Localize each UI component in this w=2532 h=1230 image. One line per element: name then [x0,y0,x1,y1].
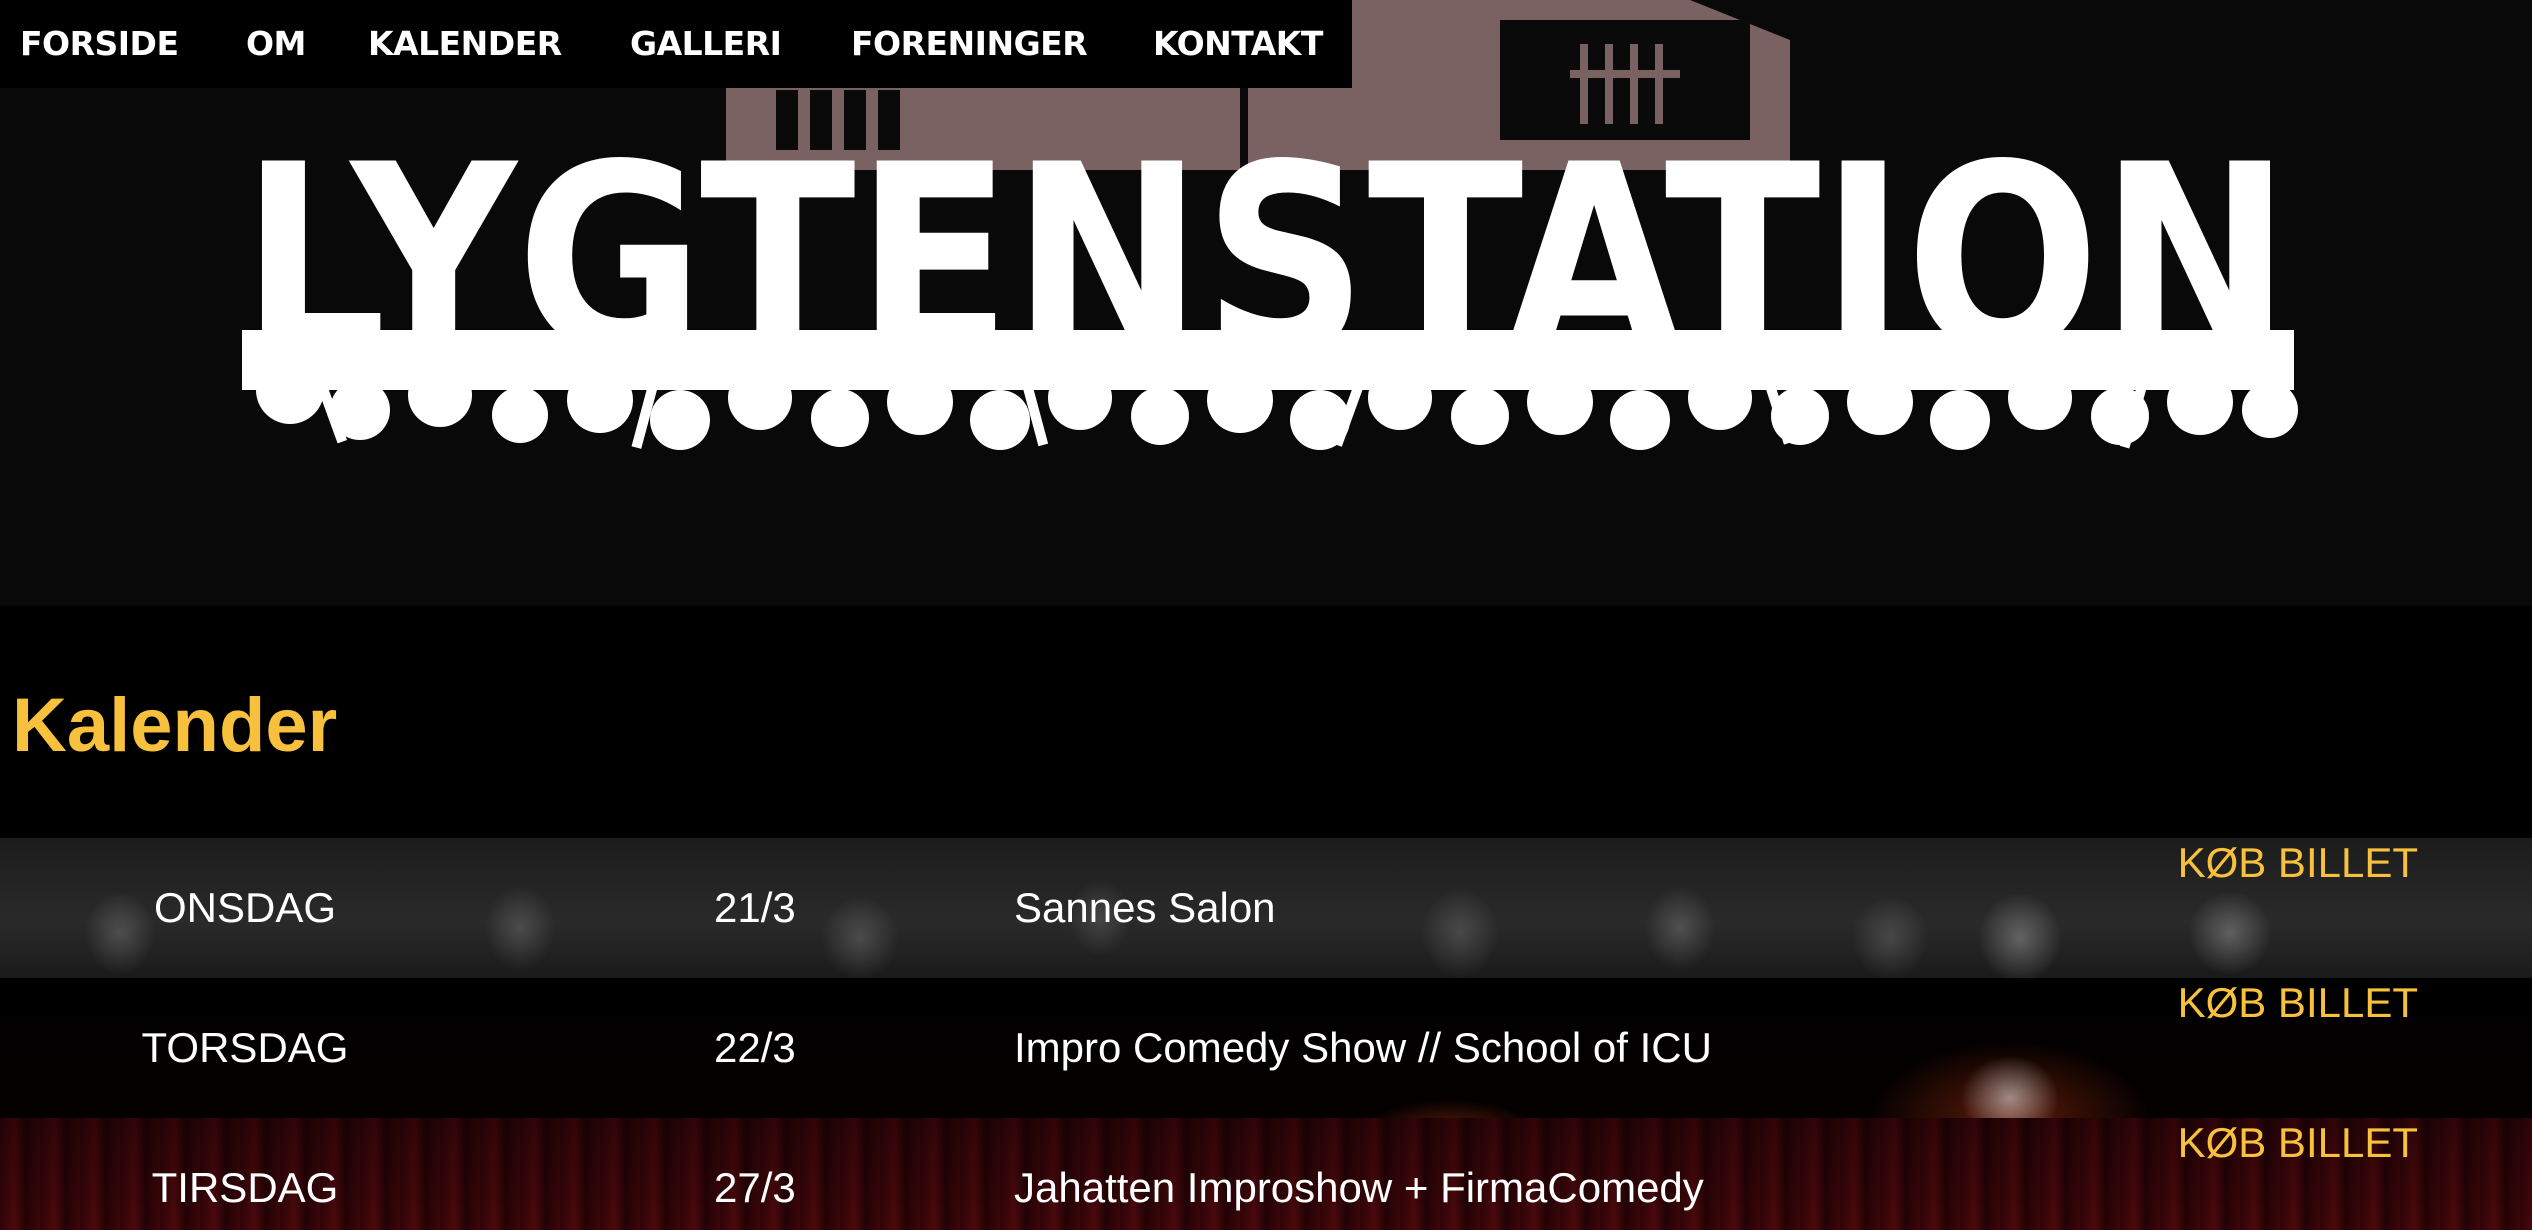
event-date: 22/3 [714,1024,796,1071]
event-title[interactable]: Jahatten Improshow + FirmaComedy [1014,1118,1704,1230]
event-title[interactable]: Impro Comedy Show // School of ICU [1014,978,1712,1118]
event-day: TIRSDAG [151,1164,339,1211]
event-row[interactable]: TORSDAG 22/3 Impro Comedy Show // School… [0,978,2532,1118]
main-nav: FORSIDE OM KALENDER GALLERI FORENINGER K… [0,0,1352,88]
event-day: ONSDAG [153,884,337,931]
event-row[interactable]: ONSDAG 21/3 Sannes Salon KØB BILLET [0,838,2532,978]
event-day: TORSDAG [141,1024,349,1071]
event-date: 21/3 [714,884,796,931]
page: LYGTENSTATION FORSIDE OM KALENDER GALLER… [0,0,2532,1230]
nav-item-forside[interactable]: FORSIDE [20,0,179,88]
nav-item-galleri[interactable]: GALLERI [630,0,782,88]
nav-item-kontakt[interactable]: KONTAKT [1153,0,1323,88]
buy-ticket-button[interactable]: KØB BILLET [2178,1118,2418,1168]
nav-item-om[interactable]: OM [246,0,306,88]
event-date: 27/3 [714,1164,796,1211]
buy-ticket-button[interactable]: KØB BILLET [2178,978,2418,1028]
crowd-silhouette [242,330,2298,450]
event-row[interactable]: TIRSDAG 27/3 Jahatten Improshow + FirmaC… [0,1118,2532,1230]
page-title: Kalender [12,683,338,768]
event-list: ONSDAG 21/3 Sannes Salon KØB BILLET TORS… [0,838,2532,1230]
buy-ticket-button[interactable]: KØB BILLET [2178,838,2418,888]
event-title[interactable]: Sannes Salon [1014,838,1276,978]
nav-item-kalender[interactable]: KALENDER [368,0,562,88]
site-header: LYGTENSTATION FORSIDE OM KALENDER GALLER… [0,0,2532,606]
site-logo[interactable]: LYGTENSTATION [0,0,2532,606]
nav-item-foreninger[interactable]: FORENINGER [851,0,1088,88]
